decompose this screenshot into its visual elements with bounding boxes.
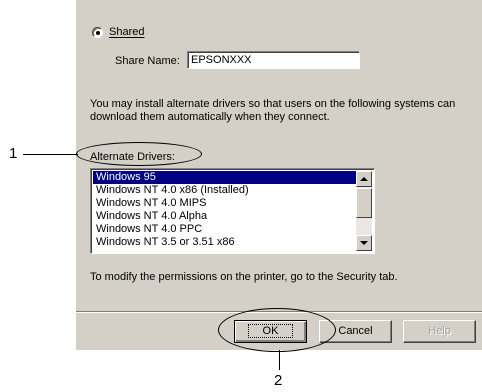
share-name-label: Share Name: [115, 55, 180, 67]
driver-list-item-nt40-alpha[interactable]: Windows NT 4.0 Alpha [93, 210, 356, 223]
help-button[interactable]: Help [403, 320, 476, 343]
arrow-up-icon [360, 177, 368, 181]
share-name-input[interactable]: EPSONXXX [187, 51, 360, 69]
driver-list-item-nt40-mips[interactable]: Windows NT 4.0 MIPS [93, 197, 356, 210]
printer-sharing-dialog: Shared Share Name: EPSONXXX You may inst… [76, 0, 482, 350]
callout-ellipse-2 [218, 308, 336, 352]
callout-ellipse-1 [76, 142, 202, 166]
alternate-drivers-info-text: You may install alternate drivers so tha… [90, 98, 456, 123]
arrow-down-icon [360, 241, 368, 245]
callout-leader-line-1 [23, 154, 78, 155]
scroll-down-button[interactable] [356, 235, 372, 251]
scroll-thumb[interactable] [356, 188, 372, 218]
shared-radio-label: Shared [109, 26, 145, 38]
shared-radio-selected-icon[interactable] [92, 26, 103, 38]
driver-list-scrollbar[interactable] [356, 171, 372, 251]
driver-list-item-nt40-ppc[interactable]: Windows NT 4.0 PPC [93, 223, 356, 236]
driver-list-item-nt35-x86[interactable]: Windows NT 3.5 or 3.51 x86 [93, 236, 356, 249]
driver-list-item-windows-95[interactable]: Windows 95 [92, 170, 357, 185]
permissions-info-text: To modify the permissions on the printer… [90, 271, 398, 283]
callout-leader-line-2 [279, 350, 280, 370]
driver-list-item-nt40-x86[interactable]: Windows NT 4.0 x86 (Installed) [93, 184, 356, 197]
scroll-up-button[interactable] [356, 171, 372, 187]
shared-radio[interactable]: Shared [92, 25, 144, 39]
alternate-drivers-list[interactable]: Windows 95 Windows NT 4.0 x86 (Installed… [90, 168, 375, 254]
callout-number-2: 2 [274, 372, 283, 389]
callout-number-1: 1 [9, 145, 18, 162]
